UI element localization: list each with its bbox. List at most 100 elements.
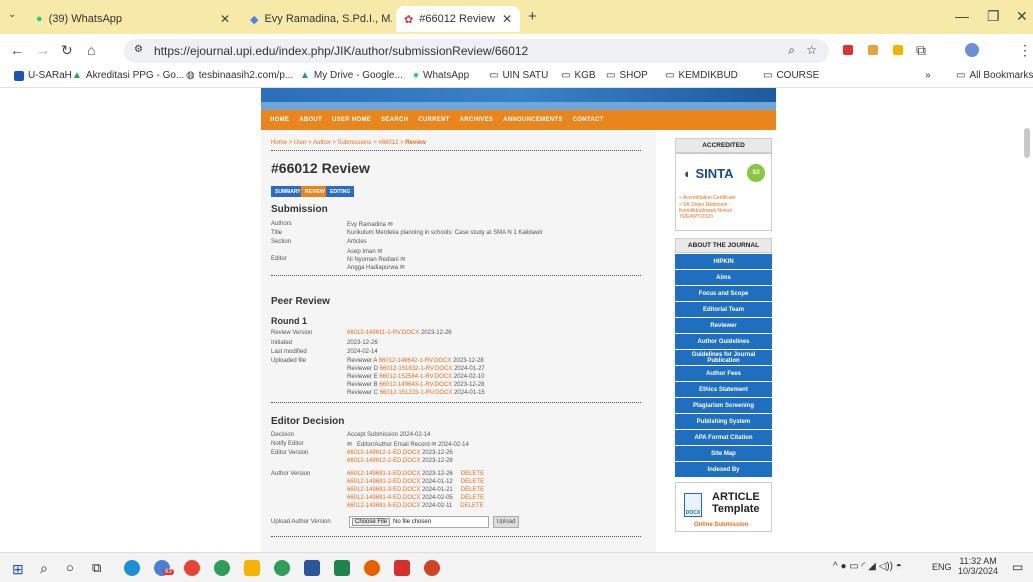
sidebar-item-plagiarism[interactable]: Plagiarism Screening (675, 398, 772, 413)
delete-link[interactable]: DELETE (461, 495, 484, 501)
file-link[interactable]: 66012-149691-1-ED.DOCX (347, 471, 420, 477)
file-link[interactable]: 66012-149643-1-RV.DOCX (379, 382, 452, 388)
menu-contact[interactable]: CONTACT (573, 117, 604, 123)
tab-editing[interactable]: EDITING (326, 186, 355, 197)
forward-icon[interactable]: → (36, 42, 50, 58)
bookmark-item[interactable]: U-SARaH (14, 70, 72, 81)
scrollbar-thumb[interactable] (1024, 128, 1030, 158)
menu-current[interactable]: CURRENT (418, 117, 449, 123)
sidebar-item-ethics[interactable]: Ethics Statement (675, 382, 772, 397)
task-view-icon[interactable]: ⧉ (92, 560, 101, 576)
system-tray-icons[interactable]: ^ ● ▭ ◜ ◢ ◁)) ◓ (833, 561, 902, 572)
back-icon[interactable]: ← (10, 42, 24, 58)
powerpoint-icon[interactable] (424, 560, 440, 576)
bookmarks-overflow[interactable]: » (925, 70, 931, 81)
sidebar-item-reviewer[interactable]: Reviewer (675, 318, 772, 333)
sidebar-item-author-guidelines[interactable]: Author Guidelines (675, 334, 772, 349)
sidebar-item-indexed-by[interactable]: Indexed By (675, 462, 772, 477)
word-icon[interactable] (304, 560, 320, 576)
file-link[interactable]: 66012-149691-4-ED.DOCX (347, 495, 420, 501)
search-icon[interactable]: ⌕ (40, 560, 48, 577)
email-icon[interactable]: ✉ (400, 265, 405, 271)
tab-review[interactable]: REVIEW (301, 186, 329, 197)
choose-file-button[interactable]: Choose File (352, 518, 391, 526)
all-bookmarks[interactable]: ▭ All Bookmarks (956, 70, 1033, 81)
sinta-logo[interactable]: ◐ SINTA (684, 166, 734, 181)
minimize-icon[interactable]: — (955, 8, 969, 24)
sidebar-item-publication-guidelines[interactable]: Guidelines for Journal Publication (675, 350, 772, 365)
email-icon[interactable]: ✉ (400, 257, 405, 263)
bookmark-item[interactable]: ▲ My Drive - Google... (300, 70, 403, 81)
email-icon[interactable]: ✉ (377, 249, 382, 255)
file-chooser[interactable]: Choose File No file chosen (349, 516, 489, 528)
edge-icon[interactable] (124, 560, 140, 576)
delete-link[interactable]: DELETE (461, 471, 484, 477)
profile-avatar[interactable] (965, 43, 979, 57)
sidebar-item-hipkin[interactable]: HIPKIN (675, 254, 772, 269)
menu-home[interactable]: HOME (270, 117, 289, 123)
sidebar-item-author-fees[interactable]: Author Fees (675, 366, 772, 381)
email-icon[interactable]: ✉ (347, 442, 352, 448)
menu-about[interactable]: ABOUT (299, 117, 322, 123)
review-version-link[interactable]: 66012-149611-1-RV.DOCX (347, 330, 419, 336)
firefox-icon[interactable] (364, 560, 380, 576)
file-explorer-icon[interactable] (244, 560, 260, 576)
new-tab-button[interactable]: + (528, 8, 537, 25)
zoom-icon[interactable]: ⌕ (788, 43, 795, 58)
sidebar-item-editorial-team[interactable]: Editorial Team (675, 302, 772, 317)
bookmark-folder[interactable]: ▭ COURSE (763, 70, 819, 81)
site-info-icon[interactable]: ⚙ (134, 44, 143, 55)
bookmark-folder[interactable]: ▭ SHOP (606, 70, 648, 81)
notifications-icon[interactable]: ▭ (1012, 560, 1023, 574)
tab-summary[interactable]: SUMMARY (271, 186, 305, 197)
file-link[interactable]: 66012-149691-3-ED.DOCX (347, 487, 420, 493)
home-icon[interactable]: ⌂ (87, 42, 95, 58)
sk-dirjen-link[interactable]: » SK Dirjen Diktiristek Kemdikbudristek … (679, 202, 757, 220)
bookmark-item[interactable]: ● WhatsApp (413, 70, 469, 81)
extension-icon[interactable] (868, 45, 878, 55)
language-indicator[interactable]: ENG (932, 562, 952, 572)
tab-scholar[interactable]: ◆ Evy Ramadina, S.Pd.I., M.Pd. - G ✕ (242, 6, 392, 32)
close-icon[interactable]: ✕ (502, 12, 512, 26)
chrome-icon[interactable] (184, 560, 200, 576)
tab-review[interactable]: ✿ #66012 Review ✕ (396, 6, 520, 32)
menu-archives[interactable]: ARCHIVES (460, 117, 493, 123)
pdf-icon[interactable] (394, 560, 410, 576)
bookmark-folder[interactable]: ▭ UIN SATU (489, 70, 548, 81)
menu-announcements[interactable]: ANNOUNCEMENTS (503, 117, 563, 123)
bookmark-folder[interactable]: ▭ KGB (561, 70, 596, 81)
sidebar-item-focus-scope[interactable]: Focus and Scope (675, 286, 772, 301)
online-submission-link[interactable]: Online Submission (694, 522, 748, 528)
reload-icon[interactable]: ↻ (61, 42, 73, 59)
windows-start-icon[interactable]: ⊞ (12, 561, 24, 578)
sidebar-item-site-map[interactable]: Site Map (675, 446, 772, 461)
delete-link[interactable]: DELETE (461, 487, 484, 493)
tab-search-icon[interactable]: ⌄ (8, 9, 16, 20)
extensions-puzzle-icon[interactable]: ⧉ (916, 42, 926, 59)
upload-button[interactable]: Upload (493, 516, 519, 528)
extension-icon[interactable] (893, 45, 903, 55)
menu-icon[interactable]: ⋮ (1018, 42, 1032, 59)
clock[interactable]: 11:32 AM 10/3/2024 (958, 556, 998, 576)
url-input[interactable]: ⚙ https://ejournal.upi.edu/index.php/JIK… (124, 39, 829, 63)
file-link[interactable]: 66012-149691-2-ED.DOCX (347, 479, 420, 485)
file-link[interactable]: 66012-149612-2-ED.DOCX (347, 458, 420, 464)
close-icon[interactable]: ✕ (220, 12, 230, 26)
tab-whatsapp[interactable]: ● (39) WhatsApp ✕ (28, 6, 238, 32)
bookmark-item[interactable]: ◍ tesbinaasih2.com/p... (186, 70, 293, 81)
chrome-icon[interactable] (214, 560, 230, 576)
extension-icon[interactable] (843, 45, 853, 55)
app-icon[interactable] (334, 560, 350, 576)
window-close-icon[interactable]: ✕ (1016, 8, 1028, 25)
cortana-icon[interactable]: ○ (66, 560, 74, 575)
sidebar-item-aims[interactable]: Aims (675, 270, 772, 285)
file-link[interactable]: 66012-152584-1-RV.DOCX (379, 374, 452, 380)
restore-icon[interactable]: ❐ (987, 8, 1000, 25)
delete-link[interactable]: DELETE (460, 503, 483, 509)
file-link[interactable]: 66012-149691-5-ED.DOCX (347, 503, 420, 509)
article-template-box[interactable]: DOCX ARTICLE Template Online Submission (675, 482, 772, 532)
bookmark-folder[interactable]: ▭ KEMDIKBUD (665, 70, 738, 81)
sidebar-item-publishing-system[interactable]: Publishing System (675, 414, 772, 429)
bookmark-item[interactable]: ▲ Akreditasi PPG - Go... (72, 70, 184, 81)
file-link[interactable]: 66012-151832-1-RV.DOCX (380, 366, 453, 372)
